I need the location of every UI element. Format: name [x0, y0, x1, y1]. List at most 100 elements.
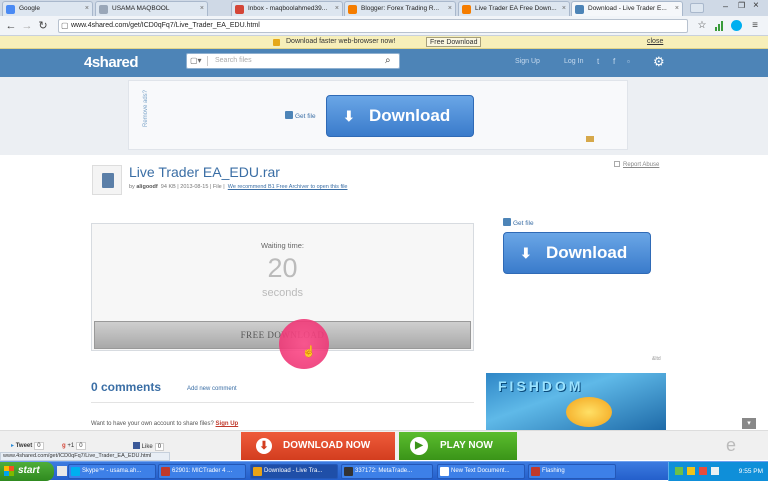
search-placeholder: Search files — [215, 57, 252, 64]
sidebar-download-label: Download — [546, 243, 628, 262]
twitter-icon[interactable]: t — [597, 57, 599, 66]
close-icon[interactable]: × — [200, 2, 204, 15]
tray-icon[interactable] — [675, 467, 683, 475]
sign-up-link[interactable]: Sign Up — [216, 421, 239, 427]
search-icon[interactable]: ⌕ — [385, 54, 391, 68]
rss-icon[interactable]: ▫ — [627, 57, 630, 66]
infobar-close-link[interactable]: close — [647, 36, 663, 48]
recommend-archiver-link[interactable]: We recommend B1 Free Archiver to open th… — [228, 184, 348, 190]
clock[interactable]: 9:55 PM — [739, 468, 763, 475]
forward-icon[interactable]: → — [20, 19, 34, 33]
tab-usama[interactable]: USAMA MAQBOOL × — [95, 1, 208, 16]
sign-up-link[interactable]: Sign Up — [515, 58, 540, 65]
gear-icon[interactable]: ⚙ — [653, 54, 665, 70]
close-icon[interactable]: × — [85, 2, 89, 15]
bookmark-star-icon[interactable]: ☆ — [695, 19, 709, 33]
ad-choices-icon[interactable] — [586, 136, 594, 142]
skype-icon[interactable] — [731, 20, 742, 31]
address-url: www.4shared.com/get/ICD0qFq7/Live_Trader… — [71, 22, 260, 29]
volume-icon[interactable] — [711, 467, 719, 475]
fishdom-ad[interactable]: FISHDOM — [486, 373, 666, 430]
skype-icon — [71, 467, 80, 476]
main-content: Live Trader EA_EDU.rar by aligoodf 94 KB… — [0, 155, 768, 430]
tab-blogger[interactable]: Blogger: Forex Trading R... × — [344, 1, 456, 16]
minimize-icon[interactable]: – — [723, 1, 728, 11]
tab-label: Blogger: Forex Trading R... — [361, 5, 440, 12]
banner-get-file: Get file — [285, 111, 316, 120]
close-icon[interactable]: × — [448, 2, 452, 15]
sidebar-download-button[interactable]: ⬇ Download — [503, 232, 651, 274]
blogger-icon — [348, 5, 357, 14]
tray-icon[interactable] — [687, 467, 695, 475]
chrome-icon — [253, 467, 262, 476]
tray-icon[interactable] — [699, 467, 707, 475]
reload-icon[interactable]: ↻ — [36, 19, 50, 33]
task-metatrader[interactable]: 337172: MetaTrade... — [341, 464, 433, 479]
click-highlight-marker — [279, 319, 329, 369]
log-in-link[interactable]: Log In — [564, 58, 583, 65]
tab-live-trader[interactable]: Live Trader EA Free Down... × — [458, 1, 570, 16]
download-small-icon — [273, 39, 280, 46]
start-button[interactable]: start — [0, 462, 54, 481]
play-now-button[interactable]: ▶ PLAY NOW — [399, 432, 517, 460]
task-text-document[interactable]: New Text Document... — [437, 464, 525, 479]
window-close-icon[interactable]: × — [753, 0, 759, 11]
infobar-free-download-button[interactable]: Free Download — [426, 37, 482, 47]
task-download-browser[interactable]: Download - Live Tra... — [250, 464, 338, 479]
tab-download-active[interactable]: Download - Live Trader E... × — [571, 1, 683, 16]
file-type-dropdown-icon[interactable]: ▢▾ — [190, 56, 208, 66]
facebook-icon — [133, 442, 140, 449]
address-bar[interactable]: ▢ www.4shared.com/get/ICD0qFq7/Live_Trad… — [58, 19, 688, 33]
report-abuse-link[interactable]: Report Abuse — [623, 162, 659, 168]
infobar-text: Download faster web-browser now! — [286, 38, 396, 45]
divider — [91, 402, 474, 403]
flag-icon — [614, 161, 620, 167]
rar-file-icon — [92, 165, 122, 195]
maximize-icon[interactable]: ❐ — [738, 1, 745, 10]
tab-label: USAMA MAQBOOL — [112, 5, 170, 12]
page-icon: ▢ — [61, 21, 69, 30]
banner-download-label: Download — [369, 106, 451, 125]
facebook-icon[interactable]: f — [613, 57, 615, 66]
download-now-button[interactable]: ⬇ DOWNLOAD NOW — [241, 432, 395, 460]
task-flashing[interactable]: Flashing — [528, 464, 616, 479]
site-logo[interactable]: 4shared — [84, 54, 139, 71]
gmail-icon — [235, 5, 244, 14]
ad-banner-area: Remove ads? Get file ⬇ Download — [0, 77, 768, 155]
sidebar-get-file: Get file — [503, 218, 534, 227]
task-skype[interactable]: Skype™ - usama.ah... — [68, 464, 156, 479]
ad-banner[interactable]: Remove ads? Get file ⬇ Download — [128, 80, 628, 150]
back-icon[interactable]: ← — [4, 19, 18, 33]
remove-ads-link[interactable]: Remove ads? — [143, 90, 149, 127]
close-icon[interactable]: × — [335, 2, 339, 15]
banner-download-button[interactable]: ⬇ Download — [326, 95, 474, 137]
wrench-icon[interactable]: ≡ — [748, 19, 762, 33]
quicklaunch-icon[interactable] — [57, 466, 67, 476]
scroll-down-arrow-icon[interactable]: ▾ — [742, 418, 756, 429]
gplus-button[interactable]: g +1 0 — [62, 442, 86, 450]
new-tab-button[interactable] — [690, 3, 704, 13]
metatrader-icon — [344, 467, 353, 476]
tab-google[interactable]: Google × — [2, 1, 93, 16]
tweet-button[interactable]: ▸ Tweet 0 — [11, 442, 44, 450]
add-comment-link[interactable]: Add new comment — [187, 386, 237, 392]
google-icon — [6, 5, 15, 14]
signal-icon[interactable] — [715, 21, 725, 31]
file-info: by aligoodf 94 KB | 2013-08-15 | File | … — [129, 184, 348, 190]
author-link[interactable]: aligoodf — [136, 184, 157, 190]
task-mictrader[interactable]: 62901: MICTrader 4 ... — [158, 464, 246, 479]
windows-logo-icon — [4, 466, 14, 476]
close-icon[interactable]: × — [675, 2, 679, 15]
status-bar-url: www.4shared.com/get/ICD0qFq7/Live_Trader… — [0, 452, 170, 461]
tab-inbox[interactable]: Inbox - maqboolahmed39... × — [231, 1, 343, 16]
blogger-icon — [462, 5, 471, 14]
waiting-unit: seconds — [262, 287, 303, 299]
ie-logo-icon: e — [726, 435, 737, 455]
site-header: 4shared ▢▾ Search files ⌕ Sign Up Log In… — [0, 49, 768, 77]
close-icon[interactable]: × — [562, 2, 566, 15]
like-button[interactable]: Like 0 — [133, 442, 165, 451]
gplus-icon: g — [62, 443, 66, 449]
play-icon: ▶ — [410, 437, 428, 455]
ad-title: FISHDOM — [498, 378, 584, 394]
search-input[interactable]: ▢▾ Search files ⌕ — [186, 53, 400, 69]
